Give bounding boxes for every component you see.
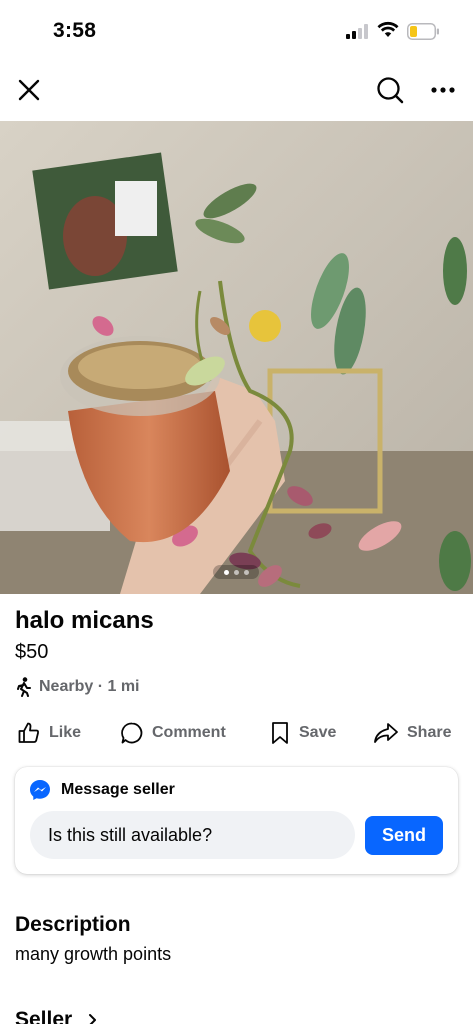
search-icon: [377, 77, 404, 104]
carousel-dot: [233, 569, 239, 575]
status-time: 3:58: [53, 19, 97, 42]
save-label: Save: [299, 724, 337, 741]
message-seller-card: Message seller Send: [15, 767, 458, 874]
like-button[interactable]: Like: [17, 716, 81, 750]
search-button[interactable]: [372, 72, 408, 108]
location-text: Nearby · 1 mi: [39, 678, 140, 695]
seller-heading: Seller: [15, 1008, 73, 1024]
like-label: Like: [49, 724, 82, 741]
more-button[interactable]: [425, 72, 461, 108]
wifi-icon: [377, 21, 399, 38]
action-bar: Like Comment Save Share: [15, 716, 460, 750]
like-icon: [18, 722, 39, 743]
listing-title: halo micans: [15, 607, 154, 634]
share-label: Share: [407, 724, 452, 741]
cellular-signal-icon: [346, 24, 370, 39]
share-icon: [374, 723, 398, 743]
description-heading: Description: [15, 913, 131, 936]
save-button[interactable]: Save: [269, 716, 336, 750]
close-icon: [18, 79, 40, 101]
message-seller-title: Message seller: [61, 781, 175, 798]
description-text: many growth points: [15, 944, 172, 964]
photo-carousel-indicator: [213, 565, 259, 579]
messenger-icon: [30, 780, 50, 800]
seller-section[interactable]: Seller: [15, 1008, 98, 1024]
listing-price: $50: [15, 641, 49, 663]
status-bar: 3:58: [0, 0, 473, 62]
more-icon: [431, 87, 455, 93]
message-input[interactable]: [30, 811, 355, 859]
listing-photo[interactable]: [0, 121, 473, 594]
comment-icon: [121, 722, 143, 744]
send-button[interactable]: Send: [365, 816, 443, 855]
listing-location: Nearby · 1 mi: [15, 676, 139, 698]
walking-person-icon: [17, 677, 31, 697]
chevron-right-icon: [89, 1014, 97, 1024]
comment-button[interactable]: Comment: [120, 716, 226, 750]
message-seller-header: Message seller: [29, 779, 175, 801]
comment-label: Comment: [152, 724, 226, 741]
carousel-dot: [223, 569, 229, 575]
close-button[interactable]: [11, 72, 47, 108]
top-nav: [0, 62, 473, 120]
share-button[interactable]: Share: [373, 716, 451, 750]
battery-low-icon: [407, 23, 440, 40]
carousel-dot: [243, 569, 249, 575]
bookmark-icon: [272, 722, 288, 744]
